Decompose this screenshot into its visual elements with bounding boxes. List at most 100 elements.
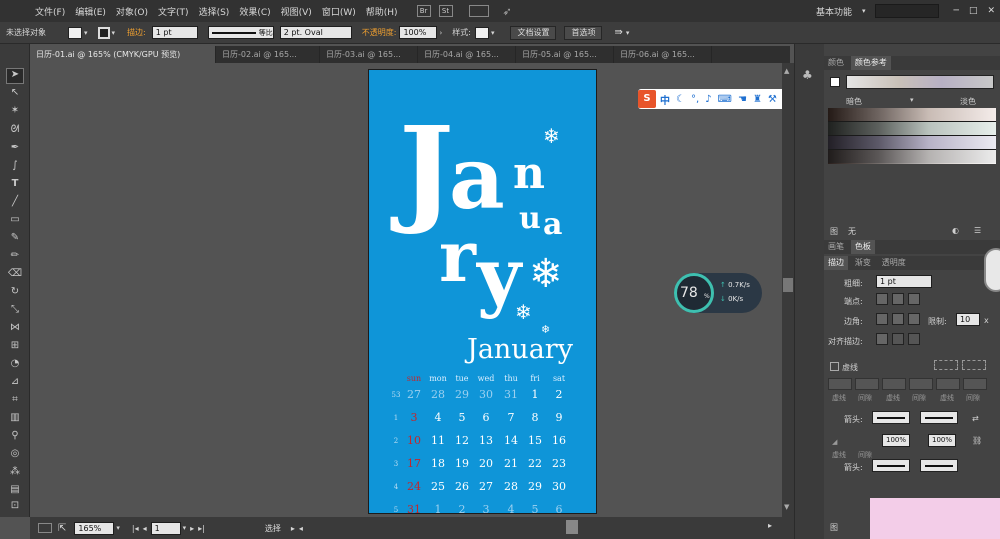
first-page-icon[interactable]: |◂	[132, 524, 139, 533]
page-field[interactable]: 1	[150, 521, 181, 535]
paintbrush-tool-icon[interactable]: ✎	[6, 232, 24, 248]
shape-builder-tool-icon[interactable]: ◔	[6, 358, 24, 374]
butt-cap-button[interactable]	[876, 293, 888, 305]
scroll-right-arrow-icon[interactable]: ▸	[768, 521, 772, 530]
mesh-tool-icon[interactable]: ⌗	[6, 394, 24, 410]
chevron-down-icon[interactable]: ▾	[910, 96, 914, 104]
network-speed-widget[interactable]: 78 % ↑ 0.7K/s ↓ 0K/s	[674, 273, 762, 313]
align-center-button[interactable]	[876, 333, 888, 345]
bevel-join-button[interactable]	[908, 313, 920, 325]
gap-field[interactable]	[909, 378, 933, 390]
workspace-switcher[interactable]: 基本功能	[811, 5, 857, 18]
variation-row[interactable]	[828, 108, 996, 122]
free-transform-tool-icon[interactable]: ⊞	[6, 340, 24, 356]
tab-brushes[interactable]: 画笔	[824, 240, 848, 254]
dash-field[interactable]	[828, 378, 852, 390]
artboard-tool-icon[interactable]: ⊡	[6, 500, 24, 516]
stroke-weight-field[interactable]: 1 pt	[151, 26, 198, 39]
stroke-weight-panel-field[interactable]: 1 pt	[876, 275, 932, 288]
canvas-area[interactable]: J a n u a r y ❄ ❄ ❄ ❄ January sun mon tu…	[30, 63, 788, 517]
menu-window[interactable]: 窗口(W)	[317, 5, 361, 18]
swap-arrowheads-icon[interactable]: ⇄	[972, 414, 979, 423]
tab-color[interactable]: 颜色	[824, 56, 848, 70]
miter-limit-field[interactable]: 10	[956, 313, 980, 326]
eraser-tool-icon[interactable]: ⌫	[6, 268, 24, 284]
chevron-down-icon[interactable]: ▾	[183, 524, 187, 532]
search-input[interactable]	[874, 4, 939, 18]
edit-colors-icon[interactable]: ☰	[974, 226, 981, 235]
tab-stroke[interactable]: 描边	[824, 256, 848, 270]
align-outside-button[interactable]	[908, 333, 920, 345]
microphone-icon[interactable]: ♪	[705, 94, 711, 105]
align-dashes-button[interactable]	[962, 360, 986, 370]
chevron-down-icon[interactable]: ▾	[626, 29, 630, 37]
swatch-options-icon[interactable]: ◐	[952, 226, 959, 235]
stroke-swatch[interactable]	[97, 26, 110, 39]
preserve-dashes-button[interactable]	[934, 360, 958, 370]
gpu-rocket-icon[interactable]: ➶	[503, 5, 512, 18]
opacity-label[interactable]: 不透明度:	[362, 27, 397, 38]
start-scale-field[interactable]: 100%	[882, 434, 910, 447]
pen-tool-icon[interactable]: ✒	[6, 142, 24, 158]
chevron-down-icon[interactable]: ▾	[112, 29, 116, 37]
tab-document-2[interactable]: 日历-02.ai @ 165...	[216, 46, 320, 63]
gradient-tool-icon[interactable]: ▥	[6, 412, 24, 428]
dashed-line-checkbox[interactable]	[830, 362, 839, 371]
horizontal-scroll-thumb[interactable]	[566, 520, 578, 534]
minimize-button[interactable]: ─	[949, 6, 964, 16]
symbol-sprayer-tool-icon[interactable]: ⁂	[6, 466, 24, 482]
scroll-up-arrow-icon[interactable]: ▲	[784, 67, 789, 75]
scale-tool-icon[interactable]: ⤡	[6, 304, 24, 320]
lasso-tool-icon[interactable]: ᘛ	[6, 124, 24, 140]
moon-icon[interactable]: ☾	[676, 94, 685, 105]
start-arrowhead-select[interactable]	[872, 459, 910, 472]
tab-swatches[interactable]: 色板	[850, 240, 875, 254]
chevron-down-icon[interactable]: ▾	[857, 7, 871, 15]
gap-field[interactable]	[855, 378, 879, 390]
symbols-panel-icon[interactable]: ♣	[802, 68, 813, 82]
variation-row[interactable]	[828, 122, 996, 136]
next-page-icon[interactable]: ▸	[190, 524, 194, 533]
scroll-down-arrow-icon[interactable]: ▼	[784, 503, 789, 511]
stock-button[interactable]: St	[438, 5, 453, 17]
align-inside-button[interactable]	[892, 333, 904, 345]
preferences-button[interactable]: 首选项	[564, 25, 603, 40]
width-tool-icon[interactable]: ⋈	[6, 322, 24, 338]
end-arrowhead-select[interactable]	[920, 411, 958, 424]
style-swatch[interactable]	[474, 26, 489, 39]
chevron-down-icon[interactable]: ▾	[491, 29, 495, 37]
scroll-left-arrow-icon[interactable]: ◂	[299, 524, 303, 533]
column-graph-tool-icon[interactable]: ▤	[6, 484, 24, 500]
artboard-nav-icon[interactable]	[38, 523, 52, 533]
arrange-icon[interactable]: ⇛	[614, 27, 622, 38]
round-join-button[interactable]	[892, 313, 904, 325]
tab-document-5[interactable]: 日历-05.ai @ 165...	[516, 46, 614, 63]
projecting-cap-button[interactable]	[908, 293, 920, 305]
line-tool-icon[interactable]: ╱	[6, 196, 24, 212]
punctuation-icon[interactable]: °,	[691, 94, 699, 105]
magic-wand-tool-icon[interactable]: ✶	[6, 105, 24, 121]
menu-type[interactable]: 文字(T)	[153, 5, 194, 18]
stroke-label[interactable]: 描边:	[127, 27, 146, 38]
tab-document-4[interactable]: 日历-04.ai @ 165...	[418, 46, 516, 63]
end-scale-field[interactable]: 100%	[928, 434, 956, 447]
status-menu-icon[interactable]: ▸	[291, 524, 295, 533]
tab-document-6[interactable]: 日历-06.ai @ 165...	[614, 46, 712, 63]
rectangle-tool-icon[interactable]: ▭	[6, 214, 24, 230]
previous-page-icon[interactable]: ◂	[143, 524, 147, 533]
arrange-documents-icon[interactable]	[468, 5, 489, 17]
curvature-tool-icon[interactable]: ∫	[6, 160, 24, 176]
start-arrowhead-select[interactable]	[872, 411, 910, 424]
pencil-tool-icon[interactable]: ✏	[6, 250, 24, 266]
harmony-rules-bar[interactable]	[846, 75, 994, 89]
menu-view[interactable]: 视图(V)	[276, 5, 317, 18]
end-arrowhead-select[interactable]	[920, 459, 958, 472]
menu-file[interactable]: 文件(F)	[30, 5, 70, 18]
menu-select[interactable]: 选择(S)	[194, 5, 235, 18]
variable-width-profile[interactable]: 等比	[207, 26, 274, 39]
gap-field[interactable]	[963, 378, 987, 390]
opacity-field[interactable]: 100%	[399, 26, 438, 39]
artboard[interactable]: J a n u a r y ❄ ❄ ❄ ❄ January sun mon tu…	[368, 69, 597, 514]
tab-document-1[interactable]: 日历-01.ai @ 165% (CMYK/GPU 预览)	[30, 46, 216, 63]
ime-mode-toggle[interactable]: 中	[660, 92, 670, 107]
